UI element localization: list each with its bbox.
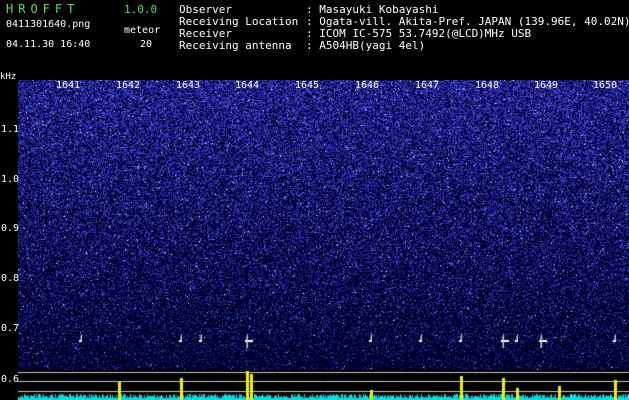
meteor-count: 20	[140, 39, 153, 50]
observer-value: : Masayuki Kobayashi	[306, 3, 439, 16]
time-tick-1648: 1648	[474, 80, 500, 91]
freq-unit-label: kHz	[0, 72, 17, 82]
freq-tick-0-7: 0.7	[1, 323, 20, 334]
freq-tick-0-6: 0.6	[1, 374, 20, 385]
location-label: Receiving Location	[179, 15, 299, 28]
receiver-label: Receiver	[179, 27, 232, 40]
antenna-value: : A504HB(yagi 4el)	[306, 39, 426, 52]
freq-tick-0-9: 0.9	[1, 223, 20, 234]
meteor-echo-histogram	[18, 370, 629, 400]
file-name: 0411301640.png	[6, 19, 91, 30]
freq-tick-1-0: 1.0	[1, 174, 20, 185]
time-tick-1649: 1649	[533, 80, 559, 91]
freq-tick-0-8: 0.8	[1, 273, 20, 284]
observation-timestamp: 04.11.30 16:40	[6, 39, 91, 50]
antenna-label: Receiving antenna	[179, 39, 292, 52]
time-tick-1643: 1643	[175, 80, 201, 91]
time-tick-1641: 1641	[55, 80, 81, 91]
spectrogram	[18, 80, 629, 370]
meteor-label: meteor	[124, 25, 161, 36]
app-title: HROFFT	[6, 2, 80, 16]
time-tick-1645: 1645	[294, 80, 320, 91]
app-version: 1.0.0	[124, 3, 158, 16]
time-tick-1650: 1650	[592, 80, 618, 91]
time-tick-1644: 1644	[234, 80, 260, 91]
location-value: : Ogata-vill. Akita-Pref. JAPAN (139.96E…	[306, 15, 629, 28]
time-tick-1646: 1646	[354, 80, 380, 91]
freq-tick-1-1: 1.1	[1, 124, 20, 135]
observer-label: Observer	[179, 3, 232, 16]
hrofft-window: HROFFT 1.0.0 0411301640.png 04.11.30 16:…	[0, 0, 629, 400]
time-tick-1642: 1642	[115, 80, 141, 91]
time-tick-1647: 1647	[414, 80, 440, 91]
receiver-value: : ICOM IC-575 53.7492(@LCD)MHz USB	[306, 27, 532, 40]
